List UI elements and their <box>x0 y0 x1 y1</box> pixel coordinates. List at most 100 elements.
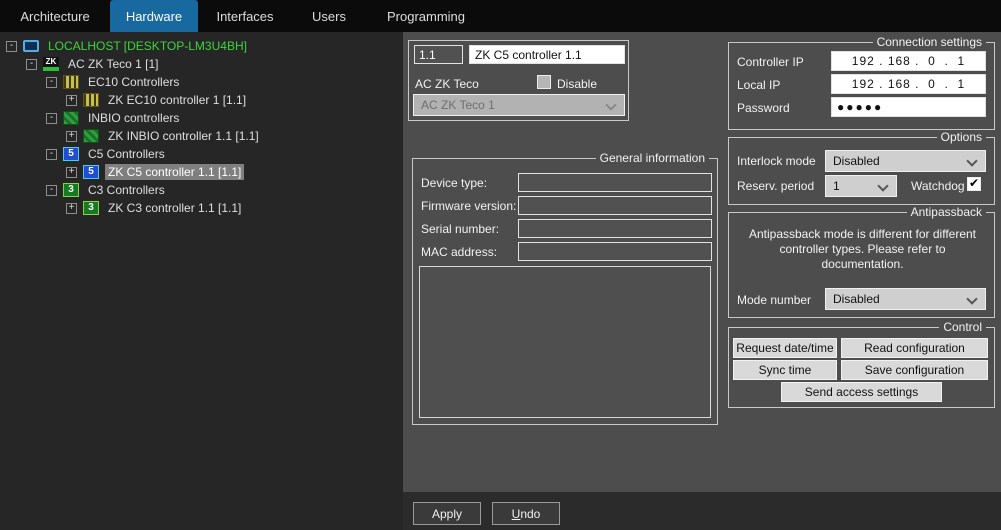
tree-item-label: C3 Controllers <box>85 182 168 198</box>
undo-button-label: Undo <box>512 507 541 521</box>
general-information-title: General information <box>596 151 709 165</box>
local-ip-input[interactable] <box>831 74 986 94</box>
monitor-icon <box>23 40 39 52</box>
collapse-icon[interactable]: - <box>26 59 37 70</box>
tree-item[interactable]: - LOCALHOST [DESKTOP-LM3U4BH] <box>0 37 403 55</box>
tree-item-label: ZK EC10 controller 1 [1.1] <box>105 92 249 108</box>
disable-label: Disable <box>557 77 597 91</box>
tree-item-label: C5 Controllers <box>85 146 168 162</box>
device-type-input[interactable] <box>518 173 712 192</box>
tree-item[interactable]: - EC10 Controllers <box>0 73 403 91</box>
reserv-period-label: Reserv. period <box>737 179 814 193</box>
c5-icon: 5 <box>63 147 79 161</box>
device-tree: -LOCALHOST [DESKTOP-LM3U4BH]-ZKAC ZK Tec… <box>0 32 403 530</box>
expand-icon[interactable]: + <box>66 203 77 214</box>
request-datetime-button[interactable]: Request date/time <box>733 338 837 358</box>
tab-architecture[interactable]: Architecture <box>0 0 110 32</box>
tree-item-label: INBIO controllers <box>85 110 182 126</box>
tree-item[interactable]: +5 ZK C5 controller 1.1 [1.1] <box>0 163 403 181</box>
tree-item[interactable]: +3 ZK C3 controller 1.1 [1.1] <box>0 199 403 217</box>
tree-item[interactable]: + ZK EC10 controller 1 [1.1] <box>0 91 403 109</box>
controller-ip-label: Controller IP <box>737 55 804 69</box>
expand-icon[interactable]: + <box>66 95 77 106</box>
password-label: Password <box>737 101 790 115</box>
collapse-icon[interactable]: - <box>46 149 57 160</box>
expand-icon[interactable]: + <box>66 167 77 178</box>
parent-device-label: AC ZK Teco <box>415 77 479 91</box>
mode-number-label: Mode number <box>737 293 811 307</box>
tree-item-label: ZK C5 controller 1.1 [1.1] <box>105 164 244 180</box>
zk-icon: ZK <box>43 57 59 71</box>
interlock-mode-value: Disabled <box>833 154 880 168</box>
control-group: Control Request date/time Read configura… <box>728 327 995 408</box>
antipassback-title: Antipassback <box>907 205 986 219</box>
tree-item-label: ZK INBIO controller 1.1 [1.1] <box>105 128 262 144</box>
tree-item-label: ZK C3 controller 1.1 [1.1] <box>105 200 244 216</box>
collapse-icon[interactable]: - <box>46 185 57 196</box>
parent-device-select[interactable]: AC ZK Teco 1 <box>413 94 625 116</box>
apply-button-label: Apply <box>432 507 462 521</box>
tree-item-label: LOCALHOST [DESKTOP-LM3U4BH] <box>45 38 250 54</box>
firmware-version-label: Firmware version: <box>421 199 516 213</box>
reserv-period-select[interactable]: 1 <box>825 175 897 197</box>
watchdog-checkbox[interactable] <box>967 177 981 191</box>
tree-item[interactable]: + ZK INBIO controller 1.1 [1.1] <box>0 127 403 145</box>
tab-users[interactable]: Users <box>292 0 366 32</box>
send-access-settings-button[interactable]: Send access settings <box>781 382 942 402</box>
expand-icon[interactable]: + <box>66 131 77 142</box>
mac-address-label: MAC address: <box>421 245 497 259</box>
reserv-period-value: 1 <box>833 179 840 193</box>
interlock-mode-label: Interlock mode <box>737 154 816 168</box>
interlock-mode-select[interactable]: Disabled <box>825 150 986 172</box>
apply-button[interactable]: Apply <box>413 502 481 525</box>
controller-name-input[interactable] <box>469 45 625 64</box>
antipassback-note: Antipassback mode is different for diffe… <box>739 227 986 272</box>
device-info-box <box>419 266 711 418</box>
tree-item[interactable]: -5 C5 Controllers <box>0 145 403 163</box>
chip-green-icon <box>63 111 79 125</box>
local-ip-label: Local IP <box>737 78 780 92</box>
tree-item[interactable]: -3 C3 Controllers <box>0 181 403 199</box>
tab-programming[interactable]: Programming <box>366 0 486 32</box>
chip-yellow-icon <box>83 93 99 107</box>
general-information-group: General information Device type: Firmwar… <box>412 158 718 425</box>
parent-device-select-value: AC ZK Teco 1 <box>421 98 495 112</box>
password-input[interactable] <box>831 97 986 117</box>
device-type-label: Device type: <box>421 176 487 190</box>
options-title: Options <box>937 130 986 144</box>
serial-number-input[interactable] <box>518 219 712 238</box>
controller-id-input[interactable] <box>414 45 463 64</box>
mac-address-input[interactable] <box>518 242 712 261</box>
sync-time-button[interactable]: Sync time <box>733 360 837 380</box>
tree-item[interactable]: -ZK AC ZK Teco 1 [1] <box>0 55 403 73</box>
mode-number-select[interactable]: Disabled <box>825 288 986 310</box>
tree-item[interactable]: - INBIO controllers <box>0 109 403 127</box>
tree-item-label: AC ZK Teco 1 [1] <box>65 56 162 72</box>
c3-icon: 3 <box>63 183 79 197</box>
controller-ip-input[interactable] <box>831 51 986 71</box>
mode-number-value: Disabled <box>833 292 880 306</box>
undo-button[interactable]: Undo <box>492 502 560 525</box>
control-title: Control <box>939 320 986 334</box>
identity-group: AC ZK Teco Disable AC ZK Teco 1 <box>408 40 629 121</box>
watchdog-label: Watchdog <box>911 179 965 193</box>
disable-checkbox[interactable] <box>537 75 551 89</box>
options-group: Options Interlock mode Disabled Reserv. … <box>728 137 995 205</box>
chip-yellow-icon <box>63 75 79 89</box>
antipassback-group: Antipassback Antipassback mode is differ… <box>728 212 995 318</box>
collapse-icon[interactable]: - <box>46 77 57 88</box>
chip-green-icon <box>83 129 99 143</box>
top-menu-bar: Architecture Hardware Interfaces Users P… <box>0 0 1001 32</box>
collapse-icon[interactable]: - <box>6 41 17 52</box>
c5-icon: 5 <box>83 165 99 179</box>
collapse-icon[interactable]: - <box>46 113 57 124</box>
read-configuration-button[interactable]: Read configuration <box>841 338 988 358</box>
tab-hardware[interactable]: Hardware <box>110 0 198 32</box>
c3-icon: 3 <box>83 201 99 215</box>
connection-settings-group: Connection settings Controller IP Local … <box>728 42 995 130</box>
tree-item-label: EC10 Controllers <box>85 74 182 90</box>
tab-interfaces[interactable]: Interfaces <box>198 0 292 32</box>
firmware-version-input[interactable] <box>518 196 712 215</box>
connection-settings-title: Connection settings <box>873 35 986 49</box>
save-configuration-button[interactable]: Save configuration <box>841 360 988 380</box>
